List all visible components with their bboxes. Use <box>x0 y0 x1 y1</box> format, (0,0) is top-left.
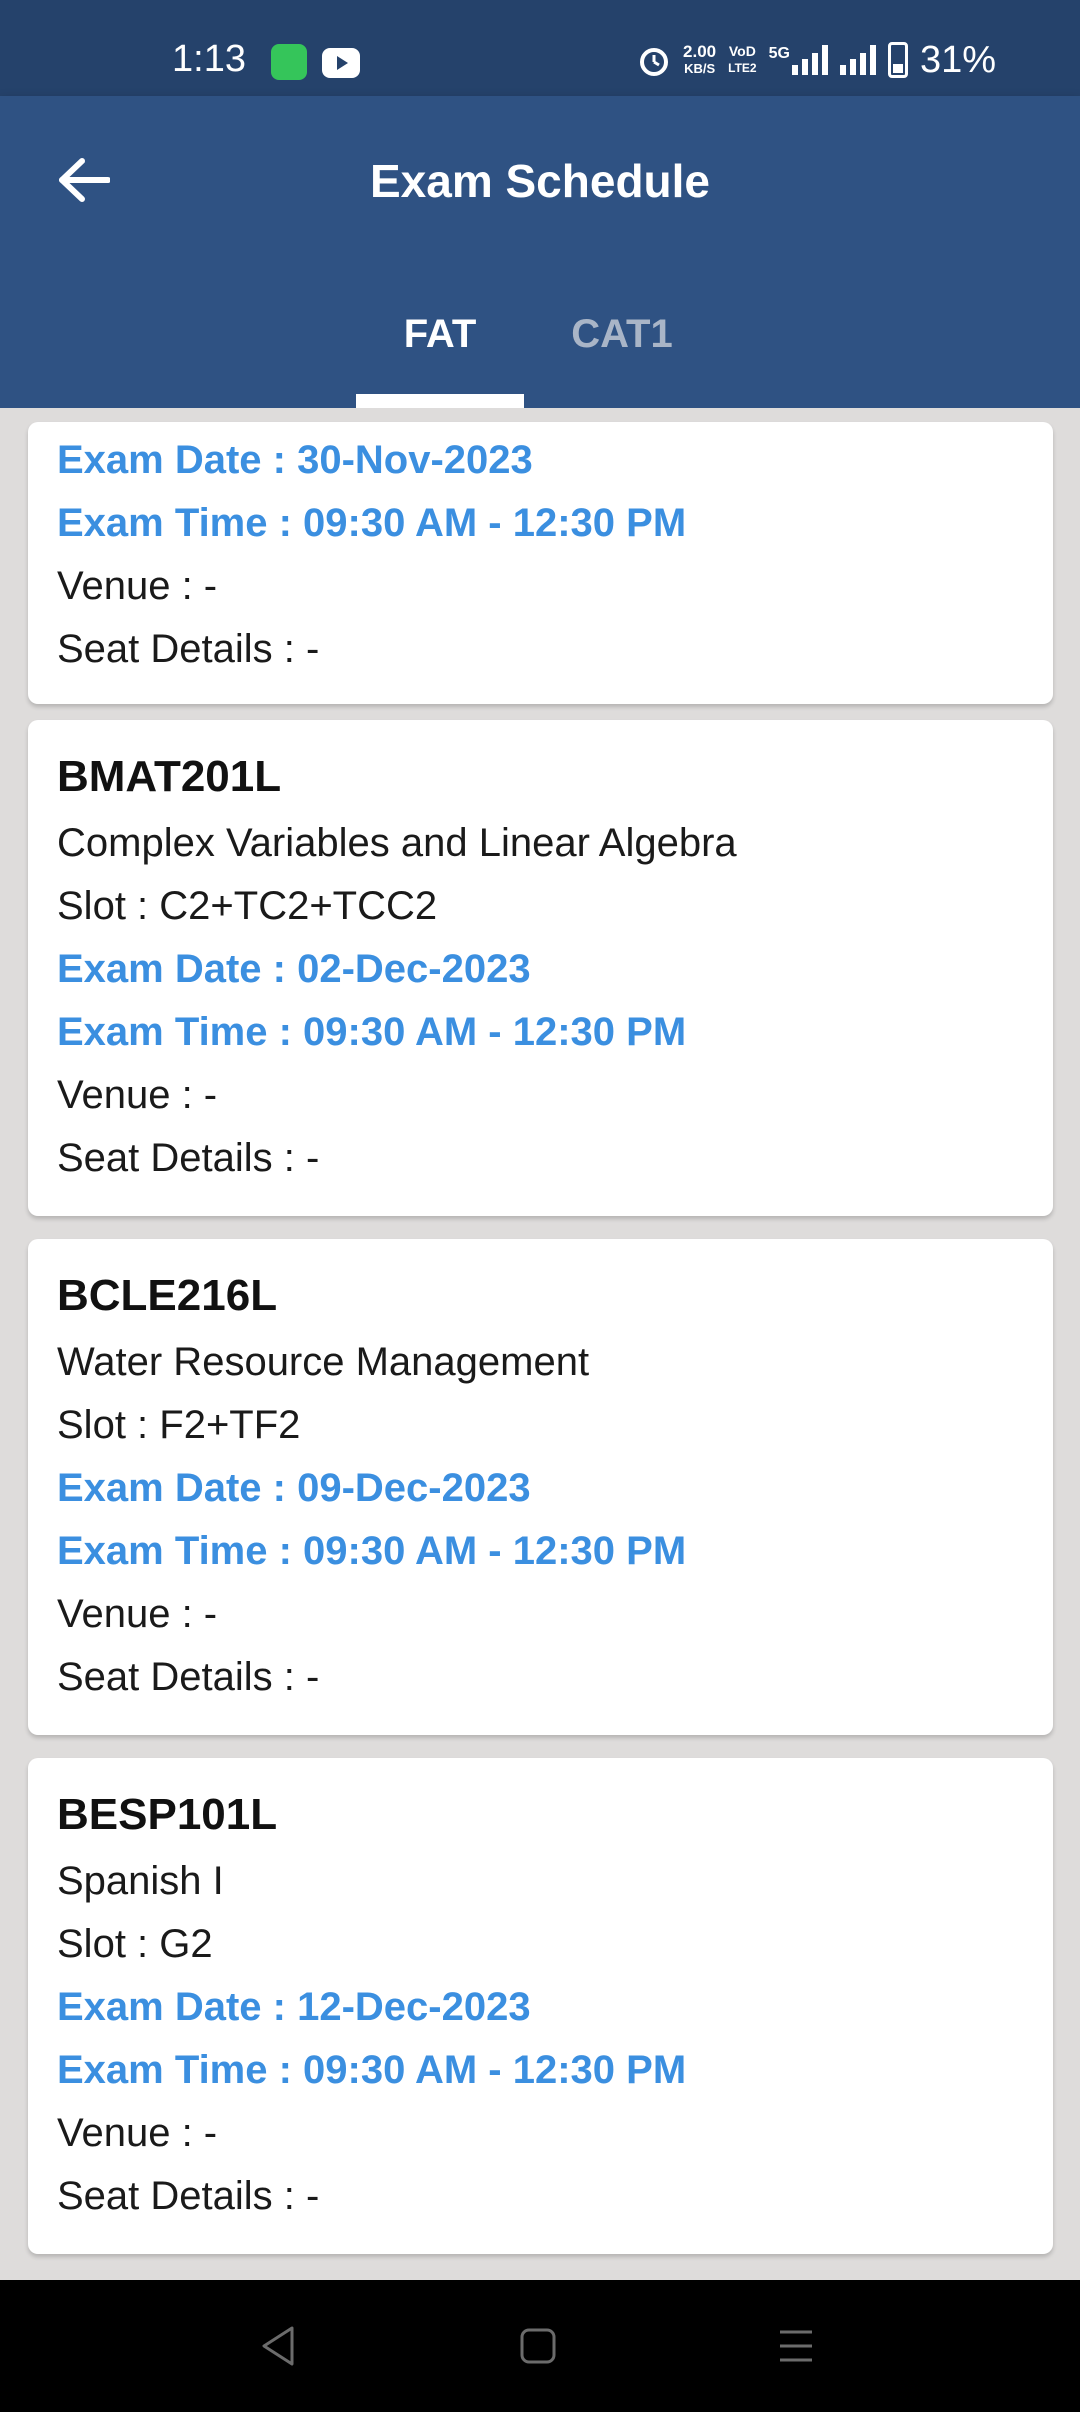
tab-indicator <box>356 394 524 408</box>
status-right-group: 2.00 KB/S VoD LTE2 5G 31% <box>637 38 996 82</box>
course-title: Water Resource Management <box>57 1340 590 1384</box>
exam-card: BMAT201L Complex Variables and Linear Al… <box>28 720 1053 1216</box>
venue: Venue : - <box>57 2111 218 2155</box>
network-type: 5G <box>768 45 790 62</box>
nav-menu-icon[interactable] <box>776 2324 816 2368</box>
slot: Slot : F2+TF2 <box>57 1403 301 1447</box>
seat-details: Seat Details : - <box>57 1655 320 1699</box>
exam-date: Exam Date : 02-Dec-2023 <box>57 947 531 991</box>
exam-card: BESP101L Spanish I Slot : G2 Exam Date :… <box>28 1758 1053 2254</box>
exam-date: Exam Date : 12-Dec-2023 <box>57 1985 531 2029</box>
nav-home-icon[interactable] <box>518 2324 558 2368</box>
course-code: BCLE216L <box>57 1271 278 1320</box>
course-title: Spanish I <box>57 1859 224 1903</box>
venue: Venue : - <box>57 564 218 608</box>
app-bar: Exam Schedule <box>0 96 1080 264</box>
course-title: Complex Variables and Linear Algebra <box>57 821 737 865</box>
net-speed: 2.00 KB/S <box>683 42 717 76</box>
venue: Venue : - <box>57 1592 218 1636</box>
upload-app-icon <box>271 44 307 80</box>
exam-date: Exam Date : 30-Nov-2023 <box>57 438 533 482</box>
youtube-icon <box>322 48 360 78</box>
battery-percent: 31% <box>919 38 996 81</box>
status-time: 1:13 <box>172 38 246 80</box>
exam-time: Exam Time : 09:30 AM - 12:30 PM <box>57 2048 687 2092</box>
venue: Venue : - <box>57 1073 218 1117</box>
signal-2-icon <box>839 45 876 75</box>
exam-time: Exam Time : 09:30 AM - 12:30 PM <box>57 1010 687 1054</box>
nav-back-icon[interactable] <box>258 2324 298 2368</box>
exam-time: Exam Time : 09:30 AM - 12:30 PM <box>57 501 687 545</box>
tab-bar: FAT CAT1 <box>0 264 1080 408</box>
tab-fat[interactable]: FAT <box>356 312 524 357</box>
seat-details: Seat Details : - <box>57 2174 320 2218</box>
exam-card: BCLE216L Water Resource Management Slot … <box>28 1239 1053 1735</box>
exam-card: Exam Date : 30-Nov-2023 Exam Time : 09:3… <box>28 422 1053 704</box>
course-code: BMAT201L <box>57 752 282 801</box>
slot: Slot : C2+TC2+TCC2 <box>57 884 438 928</box>
alarm-icon <box>640 48 669 76</box>
slot: Slot : G2 <box>57 1922 213 1966</box>
page-title: Exam Schedule <box>369 155 711 207</box>
volte-indicator: VoD LTE2 <box>728 43 757 75</box>
status-bar: 1:13 2.00 KB/S VoD LTE2 5G 31% <box>0 0 1080 96</box>
tab-cat1[interactable]: CAT1 <box>540 312 704 357</box>
battery-icon <box>887 42 908 78</box>
exam-date: Exam Date : 09-Dec-2023 <box>57 1466 531 1510</box>
signal-1-icon <box>791 45 828 75</box>
seat-details: Seat Details : - <box>57 627 320 671</box>
course-code: BESP101L <box>57 1790 278 1839</box>
exam-list[interactable]: Exam Date : 30-Nov-2023 Exam Time : 09:3… <box>0 408 1080 2280</box>
seat-details: Seat Details : - <box>57 1136 320 1180</box>
exam-time: Exam Time : 09:30 AM - 12:30 PM <box>57 1529 687 1573</box>
system-nav-bar <box>0 2280 1080 2412</box>
